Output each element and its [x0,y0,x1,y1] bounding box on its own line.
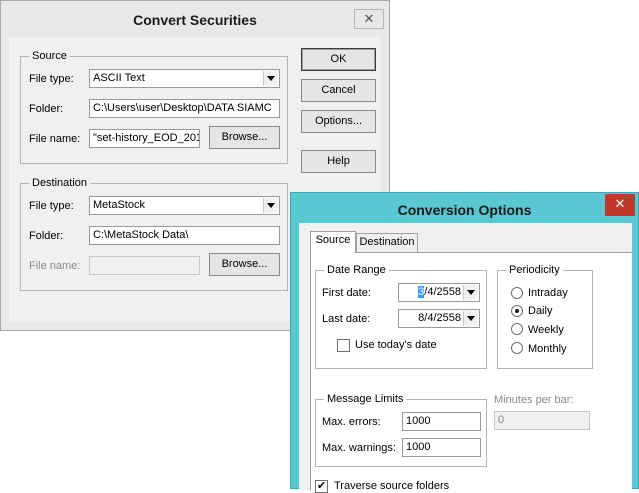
tab-source[interactable]: Source [310,231,356,253]
monthly-radio[interactable] [511,342,523,354]
destination-file-name-field [89,256,200,275]
first-date-picker[interactable]: 3/4/2558 [398,283,480,302]
minutes-per-bar-field: 0 [494,411,590,430]
traverse-label: Traverse source folders [334,480,450,492]
date-range-group: Date Range First date: 3/4/2558 Last dat… [315,263,487,369]
message-limits-group: Message Limits Max. errors: 1000 Max. wa… [315,392,487,467]
options-close-button[interactable]: ✕ [605,194,635,216]
max-errors-label: Max. errors: [322,416,381,428]
destination-legend: Destination [29,176,91,190]
intraday-label: Intraday [528,287,568,299]
chevron-down-icon[interactable] [263,71,278,86]
last-date-label: Last date: [322,313,371,325]
source-file-name-field[interactable]: "set-history_EOD_201 [89,129,200,148]
source-browse-button[interactable]: Browse... [209,126,280,149]
options-window-title: Conversion Options [397,202,532,218]
convert-window-title: Convert Securities [133,12,257,28]
use-today-label: Use today's date [355,339,437,351]
last-date-picker[interactable]: 8/4/2558 [398,309,480,328]
minutes-per-bar-label: Minutes per bar: [494,394,574,406]
weekly-radio[interactable] [511,323,523,335]
chevron-down-icon[interactable] [263,198,278,213]
tab-destination-label: Destination [359,236,415,248]
first-date-label: First date: [322,287,371,299]
max-warnings-label: Max. warnings: [322,442,396,454]
chevron-down-icon[interactable] [463,311,478,326]
destination-file-type-select[interactable]: MetaStock [89,196,280,215]
traverse-checkbox[interactable]: ✔ [315,480,328,493]
destination-group: Destination File type: MetaStock Folder:… [20,176,288,291]
source-folder-label: Folder: [29,103,64,115]
source-file-type-value: ASCII Text [93,72,145,84]
source-file-name-label: File name: [29,133,81,145]
destination-file-type-value: MetaStock [93,199,145,211]
periodicity-group: Periodicity Intraday Daily Weekly Monthl… [497,263,593,369]
cancel-button[interactable]: Cancel [301,79,376,102]
minutes-per-bar-value: 0 [498,414,505,426]
source-legend: Source [29,49,70,63]
check-icon: ✔ [316,480,327,492]
monthly-label: Monthly [528,343,567,355]
max-errors-value: 1000 [406,415,431,427]
conversion-options-window: Conversion Options ✕ Source Destination … [290,192,639,493]
source-file-type-label: File type: [29,73,74,85]
convert-close-button[interactable]: ✕ [354,9,384,29]
destination-folder-value: C:\MetaStock Data\ [93,229,189,241]
source-group: Source File type: ASCII Text Folder: C:\… [20,49,288,164]
options-client-area: Source Destination Date Range First date… [299,223,632,493]
first-date-rest: /4/2558 [424,286,461,298]
message-limits-legend: Message Limits [324,392,407,406]
max-warnings-value: 1000 [406,441,431,453]
source-file-type-select[interactable]: ASCII Text [89,69,280,88]
last-date-value: 8/4/2558 [418,312,461,324]
destination-folder-field[interactable]: C:\MetaStock Data\ [89,226,280,245]
daily-radio[interactable] [511,305,523,317]
source-file-name-value: "set-history_EOD_201 [93,132,200,144]
weekly-label: Weekly [528,324,564,336]
tab-source-label: Source [315,234,351,246]
help-button[interactable]: Help [301,150,376,173]
destination-browse-button[interactable]: Browse... [209,253,280,276]
destination-folder-label: Folder: [29,230,64,242]
destination-file-name-label: File name: [29,260,81,272]
max-warnings-field[interactable]: 1000 [402,438,481,457]
use-today-checkbox[interactable] [337,339,350,352]
convert-title-bar[interactable]: Convert Securities ✕ [1,1,389,37]
tab-destination[interactable]: Destination [356,233,418,252]
source-tab-panel: Date Range First date: 3/4/2558 Last dat… [310,252,632,493]
ok-button[interactable]: OK [301,48,376,71]
date-range-legend: Date Range [324,263,389,277]
chevron-down-icon[interactable] [463,285,478,300]
options-title-bar[interactable]: Conversion Options ✕ [291,193,638,223]
destination-file-type-label: File type: [29,200,74,212]
max-errors-field[interactable]: 1000 [402,412,481,431]
intraday-radio[interactable] [511,287,523,299]
source-folder-field[interactable]: C:\Users\user\Desktop\DATA SIAMC [89,99,280,118]
periodicity-legend: Periodicity [506,263,563,277]
close-icon: ✕ [363,11,375,26]
options-button[interactable]: Options... [301,110,376,133]
close-icon: ✕ [614,196,626,211]
source-folder-value: C:\Users\user\Desktop\DATA SIAMC [93,102,272,114]
daily-label: Daily [528,305,553,317]
